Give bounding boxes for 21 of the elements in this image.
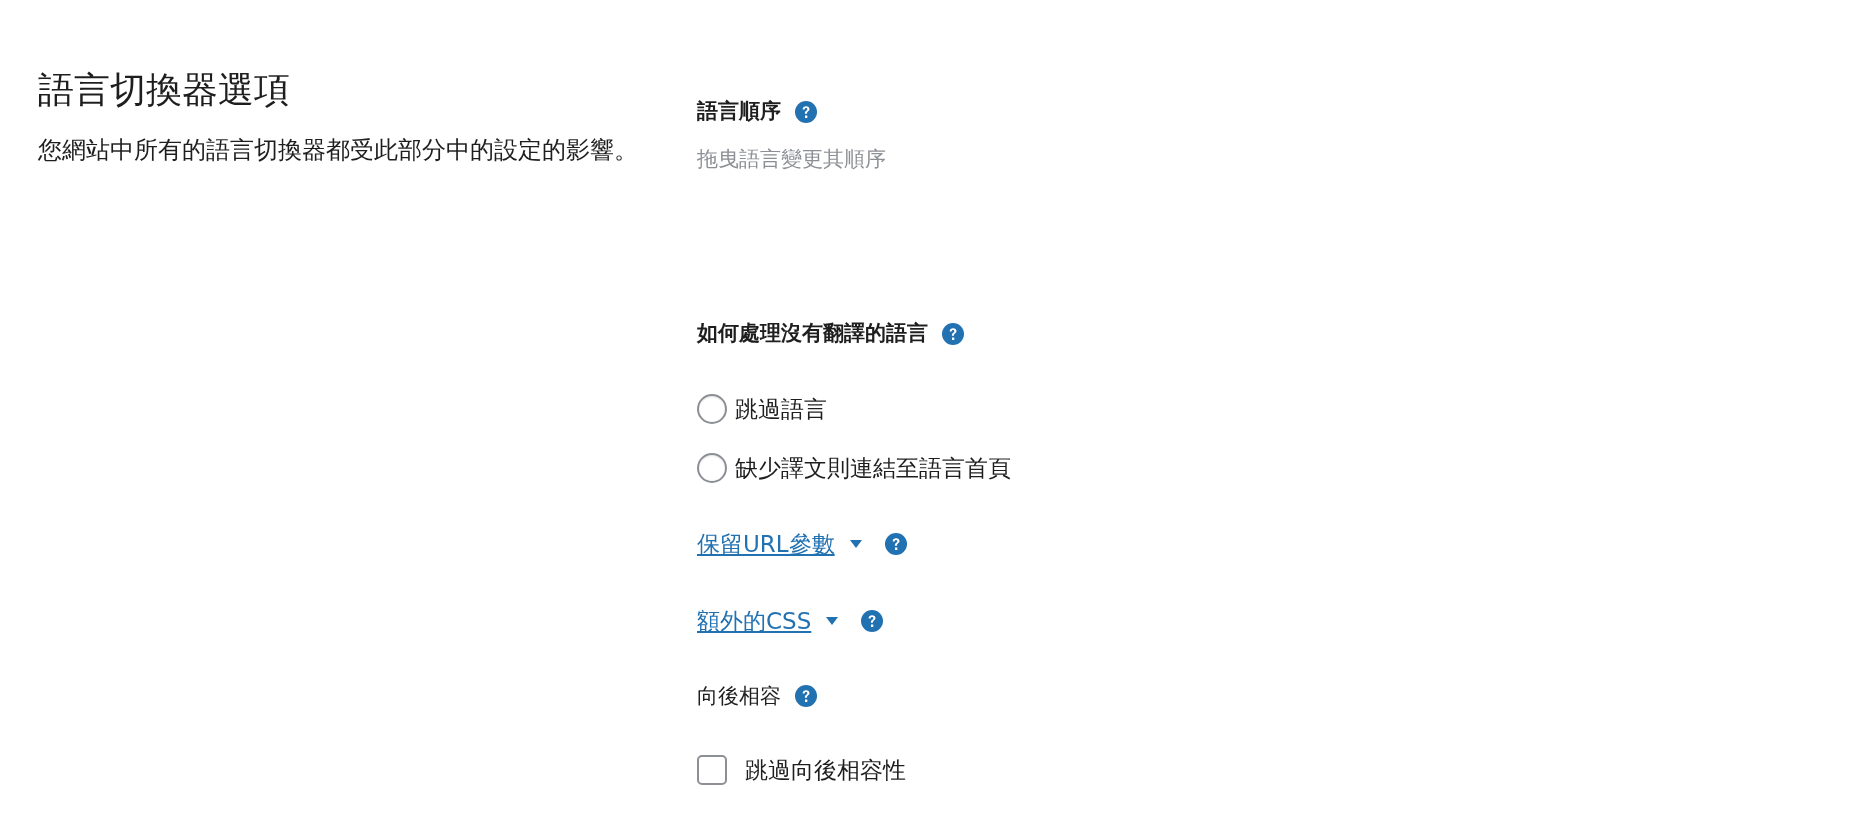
- setting-label: 語言順序: [697, 98, 781, 125]
- radio-button[interactable]: [697, 453, 727, 484]
- checkbox[interactable]: [697, 755, 727, 786]
- caret-icon[interactable]: [825, 616, 840, 627]
- radio-button[interactable]: [697, 393, 727, 424]
- setting-label: 如何處理沒有翻譯的語言: [697, 320, 928, 347]
- help-icon[interactable]: [942, 322, 964, 345]
- option-label[interactable]: 缺少譯文則連結至語言首頁: [735, 451, 1011, 486]
- caret-icon[interactable]: [848, 538, 863, 549]
- help-icon[interactable]: [861, 610, 884, 633]
- help-icon[interactable]: [795, 685, 817, 708]
- help-icon[interactable]: [884, 532, 907, 555]
- toggle-link[interactable]: 額外的CSS: [697, 604, 812, 639]
- toggle-link[interactable]: 保留URL參數: [697, 526, 835, 561]
- option-label[interactable]: 跳過向後相容性: [745, 753, 906, 788]
- help-icon[interactable]: [795, 100, 817, 123]
- hint-text: 拖曳語言變更其順序: [697, 145, 886, 173]
- section-description: 您網站中所有的語言切換器都受此部分中的設定的影響。: [38, 135, 639, 167]
- option-label[interactable]: 跳過語言: [735, 391, 827, 426]
- section-title: 語言切換器選項: [38, 68, 291, 112]
- setting-label: 向後相容: [697, 682, 781, 710]
